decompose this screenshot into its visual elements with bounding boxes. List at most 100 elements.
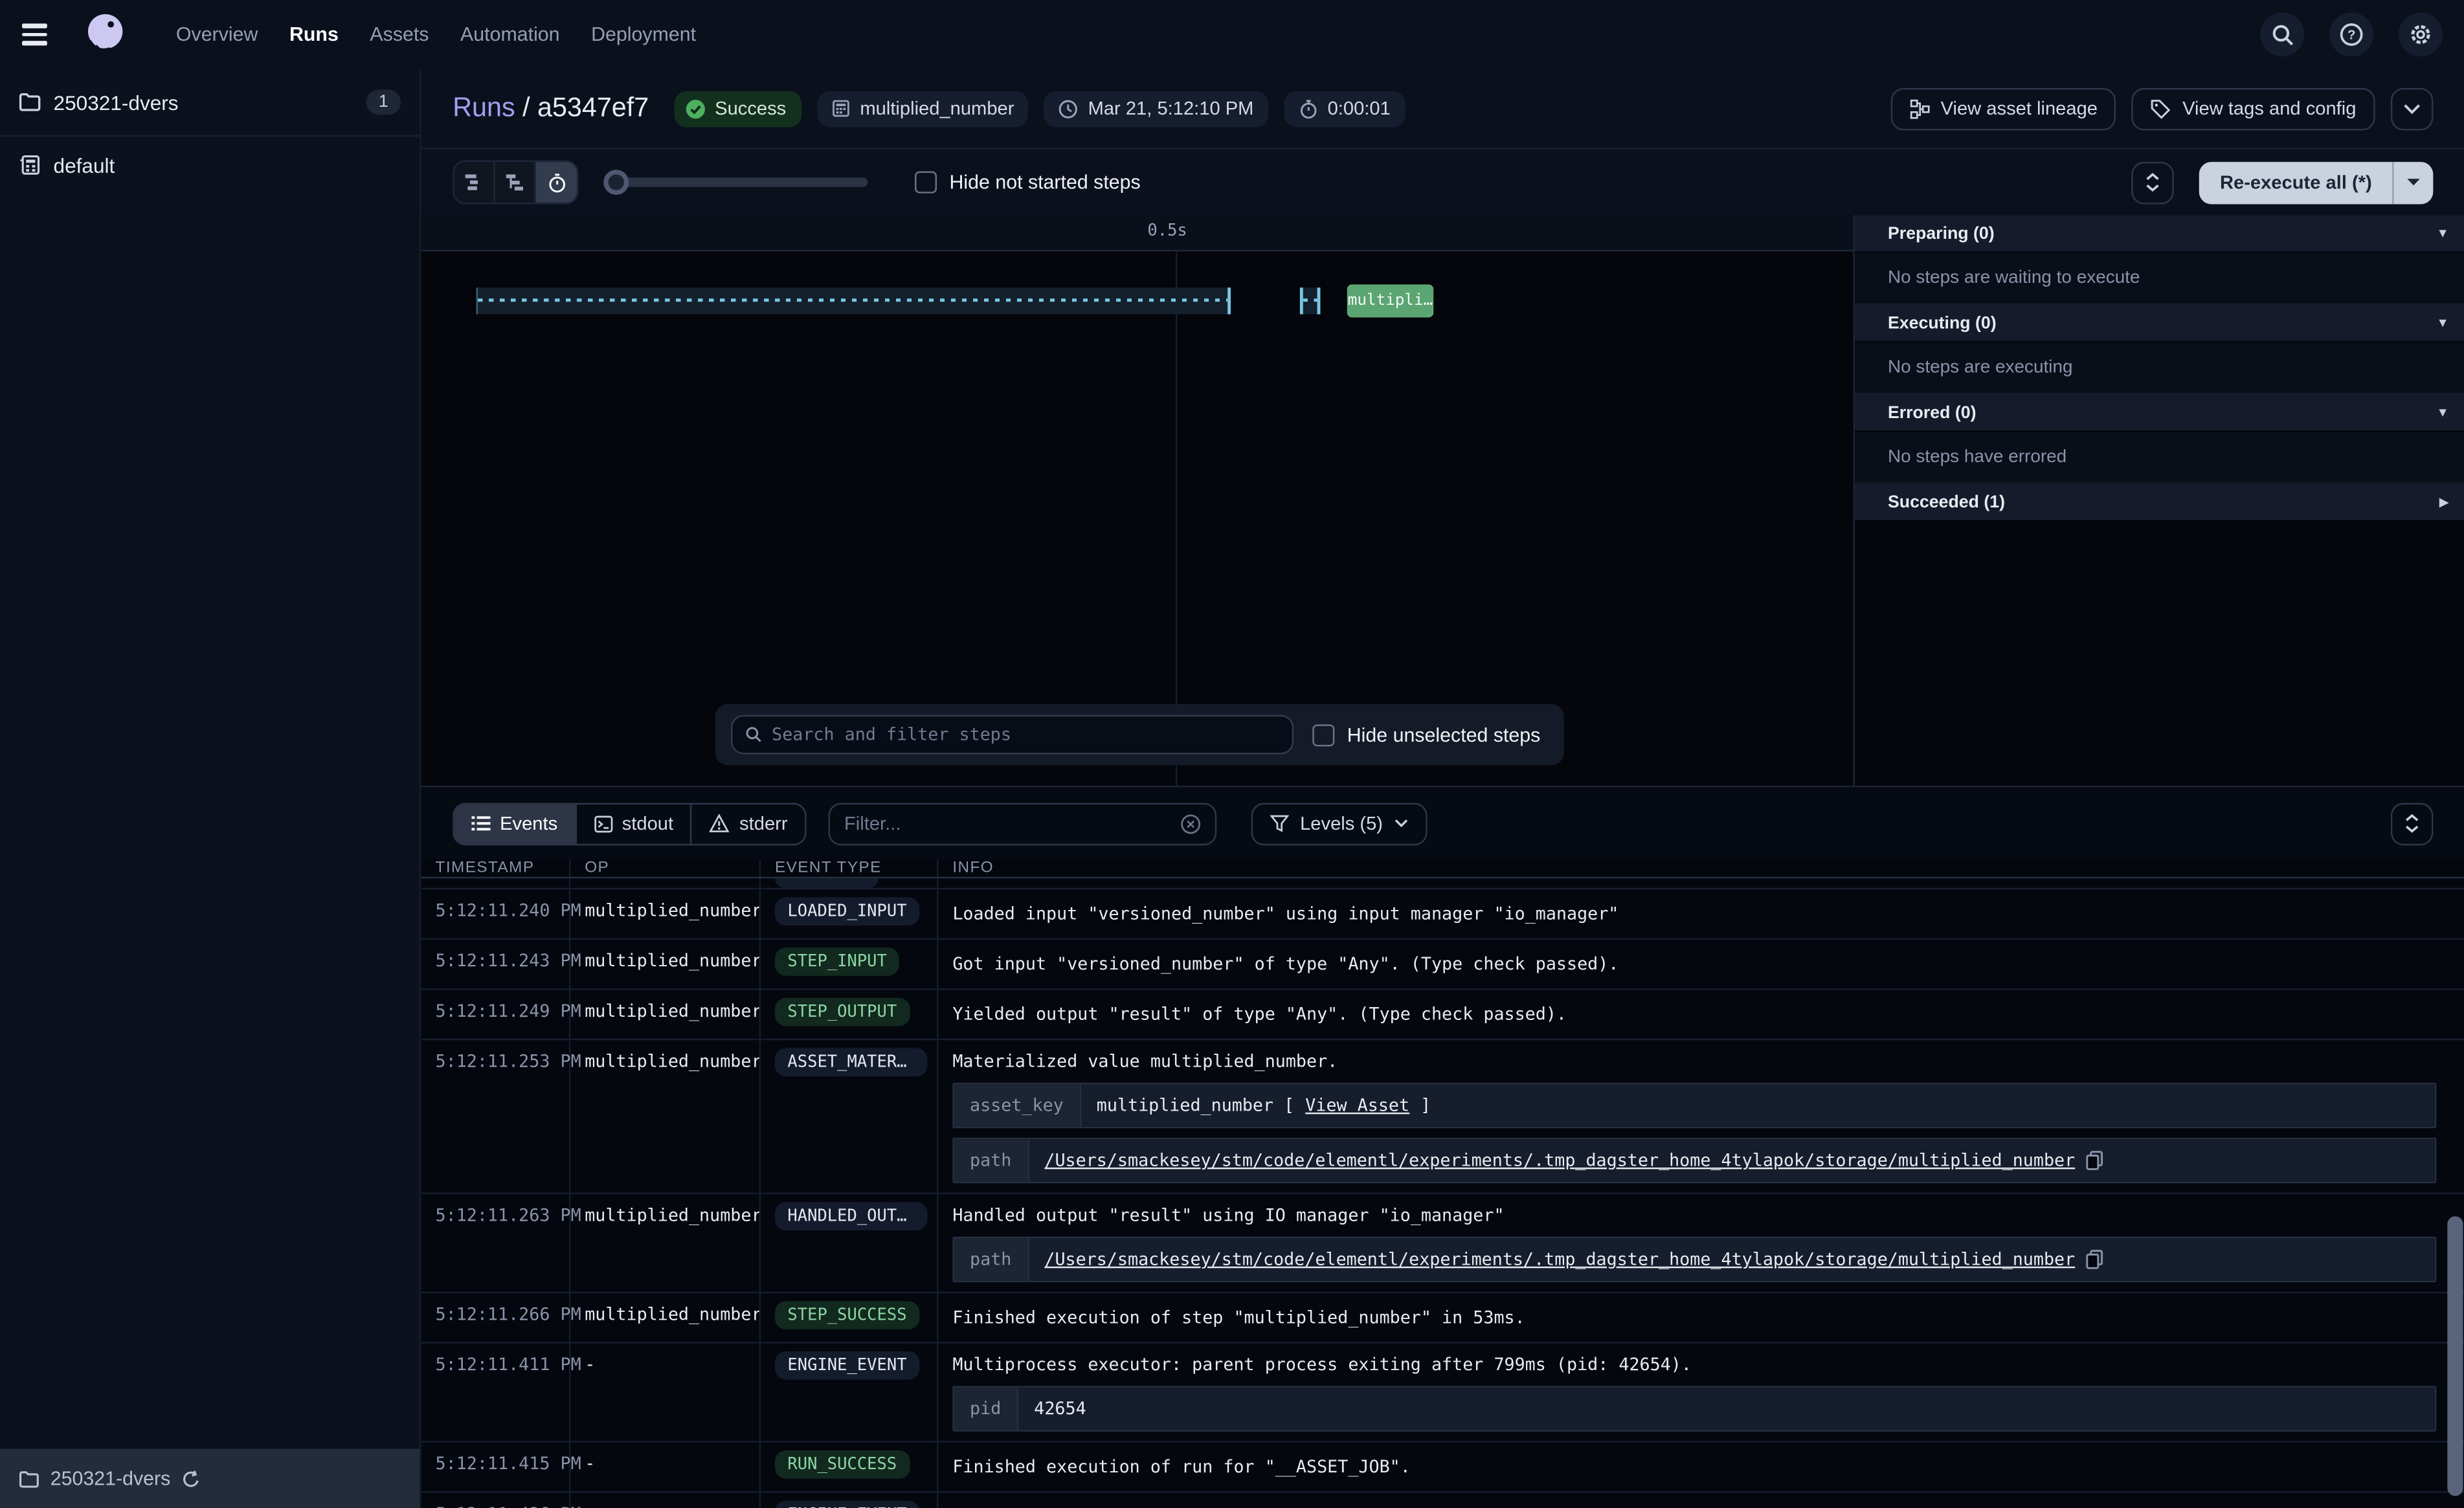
- table-row[interactable]: 5:12:11.263 PMmultiplied_numberHANDLED_O…: [421, 1194, 2464, 1293]
- nav-deployment[interactable]: Deployment: [591, 23, 696, 45]
- caret-right-icon: ▶: [2439, 495, 2449, 509]
- expand-vertical-icon: [2146, 173, 2160, 192]
- check-circle-icon: [685, 98, 706, 119]
- event-type-cell: LOADED_INPUT: [761, 889, 938, 938]
- gantt-canvas[interactable]: 0.5s multipli… Hide unselected steps: [421, 216, 1854, 786]
- table-row[interactable]: 5:12:11.253 PMmultiplied_numberASSET_MAT…: [421, 1040, 2464, 1194]
- event-op: multiplied_number: [570, 990, 761, 1039]
- section-succeeded-header[interactable]: Succeeded (1) ▶: [1855, 484, 2464, 522]
- table-row[interactable]: 5:12:11.243 PMmultiplied_numberSTEP_INPU…: [421, 940, 2464, 990]
- events-scrollbar[interactable]: [2447, 1216, 2463, 1496]
- section-preparing-body: No steps are waiting to execute: [1855, 253, 2464, 305]
- gantt-flat-view-button[interactable]: [454, 162, 495, 203]
- table-row[interactable]: 5:12:11.266 PMmultiplied_numberSTEP_SUCC…: [421, 1293, 2464, 1344]
- repo-name: 250321-dvers: [54, 91, 353, 114]
- events-table: TIMESTAMP OP EVENT TYPE INFO 5:12:11.240…: [421, 859, 2464, 1508]
- events-toolbar: Events stdout stderr: [421, 786, 2464, 859]
- nav-assets[interactable]: Assets: [370, 23, 429, 45]
- sidebar-footer-repo[interactable]: 250321-dvers: [0, 1449, 420, 1508]
- empty-message: No steps have errored: [1888, 448, 2066, 467]
- gantt-step-box[interactable]: multipli…: [1347, 284, 1434, 317]
- gantt-timed-view-button[interactable]: [536, 162, 577, 203]
- table-row[interactable]: 5:12:11.240 PMmultiplied_numberLOADED_IN…: [421, 889, 2464, 940]
- reexecute-split-button: Re-execute all (*): [2199, 161, 2433, 204]
- metadata-text: 42654: [1034, 1399, 1086, 1419]
- step-search-input[interactable]: [772, 724, 1279, 745]
- tag-icon: [2151, 98, 2172, 119]
- refresh-icon[interactable]: [181, 1469, 202, 1489]
- reexecute-all-button[interactable]: Re-execute all (*): [2199, 161, 2392, 204]
- start-time-chip: Mar 21, 5:12:10 PM: [1044, 91, 1268, 127]
- dagster-logo[interactable]: [82, 11, 129, 58]
- table-row[interactable]: 5:12:11.411 PM-ENGINE_EVENTMultiprocess …: [421, 1344, 2464, 1443]
- asset-tag-chip[interactable]: multiplied_number: [818, 91, 1028, 127]
- events-expand-button[interactable]: [2391, 802, 2434, 845]
- levels-dropdown-button[interactable]: Levels (5): [1251, 802, 1427, 845]
- event-op: multiplied_number: [570, 889, 761, 938]
- table-row[interactable]: 5:12:11.249 PMmultiplied_numberSTEP_OUTP…: [421, 990, 2464, 1041]
- event-message: Handled output "result" using IO manager…: [952, 1204, 2450, 1227]
- section-errored-header[interactable]: Errored (0) ▼: [1855, 394, 2464, 432]
- section-executing-body: No steps are executing: [1855, 342, 2464, 394]
- view-asset-lineage-button[interactable]: View asset lineage: [1890, 87, 2116, 130]
- event-info-cell: Materialized value multiplied_number.ass…: [938, 1040, 2464, 1193]
- hide-unselected-checkbox[interactable]: [1312, 724, 1334, 746]
- job-icon: [19, 154, 41, 176]
- status-text: Success: [715, 98, 786, 120]
- metadata-value: /Users/smackesey/stm/code/elementl/exper…: [1029, 1238, 2435, 1281]
- table-row[interactable]: 5:12:11.415 PM-RUN_SUCCESSFinished execu…: [421, 1443, 2464, 1493]
- event-info-cell: Process for run exited (pid: 42654).: [938, 1493, 2464, 1508]
- section-title: Executing (0): [1888, 313, 2437, 332]
- event-timestamp: 5:12:11.411 PM: [421, 1344, 571, 1441]
- copy-path-button[interactable]: [2086, 1249, 2103, 1270]
- tab-stdout[interactable]: stdout: [576, 804, 692, 843]
- log-filter-input[interactable]: [844, 812, 1171, 834]
- log-filter-box[interactable]: [829, 802, 1217, 845]
- event-info-cell: Handled output "result" using IO manager…: [938, 1194, 2464, 1292]
- nav-overview[interactable]: Overview: [176, 23, 258, 45]
- help-button[interactable]: ?: [2329, 12, 2373, 56]
- tab-events[interactable]: Events: [454, 804, 577, 843]
- funnel-icon: [1270, 814, 1289, 833]
- view-asset-link[interactable]: View Asset: [1305, 1095, 1409, 1116]
- asset-grid-icon: [832, 99, 851, 118]
- section-executing-header[interactable]: Executing (0) ▼: [1855, 305, 2464, 342]
- slider-thumb[interactable]: [603, 170, 629, 195]
- sidebar-item-default-job[interactable]: default: [0, 137, 420, 193]
- tab-stderr[interactable]: stderr: [692, 804, 805, 843]
- settings-button[interactable]: [2399, 12, 2443, 56]
- column-header-info: INFO: [938, 859, 1008, 877]
- breadcrumb-runs[interactable]: Runs: [453, 93, 515, 122]
- view-tags-config-button[interactable]: View tags and config: [2132, 87, 2375, 130]
- event-message: Got input "versioned_number" of type "An…: [952, 952, 2450, 975]
- hide-not-started-checkbox[interactable]: [915, 172, 937, 194]
- gantt-marker-bar: [1300, 287, 1321, 314]
- search-button[interactable]: [2260, 12, 2304, 56]
- hamburger-menu-icon[interactable]: [22, 17, 56, 52]
- event-type-cell: HANDLED_OUTPUT: [761, 1194, 938, 1292]
- gantt-waterfall-view-button[interactable]: [495, 162, 536, 203]
- event-message: Yielded output "result" of type "Any". (…: [952, 1003, 2450, 1026]
- clear-filter-icon[interactable]: [1181, 813, 1202, 834]
- event-op: multiplied_number: [570, 1293, 761, 1342]
- run-more-actions-button[interactable]: [2391, 87, 2434, 130]
- gantt-expand-button[interactable]: [2132, 161, 2175, 204]
- path-link[interactable]: /Users/smackesey/stm/code/elementl/exper…: [1044, 1150, 2075, 1171]
- repo-count-badge: 1: [366, 89, 401, 115]
- nav-runs[interactable]: Runs: [289, 23, 339, 45]
- event-timestamp: 5:12:11.266 PM: [421, 1293, 571, 1342]
- event-type-cell: STEP_OUTPUT: [761, 990, 938, 1039]
- path-link[interactable]: /Users/smackesey/stm/code/elementl/exper…: [1044, 1249, 2075, 1270]
- nav-automation[interactable]: Automation: [460, 23, 560, 45]
- reexecute-dropdown-button[interactable]: [2392, 161, 2433, 204]
- section-preparing-header[interactable]: Preparing (0) ▼: [1855, 216, 2464, 253]
- gantt-zoom-slider[interactable]: [603, 170, 868, 195]
- table-row[interactable]: 5:12:11.426 PM-ENGINE_EVENTProcess for r…: [421, 1493, 2464, 1508]
- event-type-badge: ENGINE_EVENT: [775, 1351, 919, 1380]
- sidebar-item-repo[interactable]: 250321-dvers 1: [0, 69, 420, 137]
- caret-down-icon: [2406, 177, 2421, 187]
- step-search-box[interactable]: [731, 715, 1294, 755]
- events-rows: 5:12:11.240 PMmultiplied_numberLOADED_IN…: [421, 889, 2464, 1508]
- copy-path-button[interactable]: [2086, 1150, 2103, 1171]
- run-header: Runs / a5347ef7 Success multiplied_numbe…: [421, 69, 2464, 150]
